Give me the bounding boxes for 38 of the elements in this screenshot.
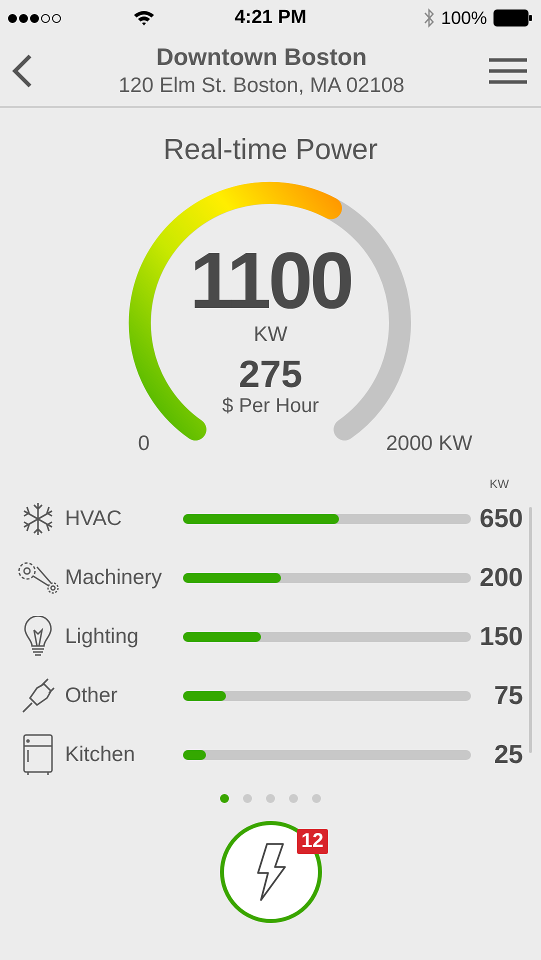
refrigerator-icon xyxy=(22,734,54,776)
usage-value: 650 xyxy=(478,503,523,534)
menu-icon[interactable] xyxy=(489,58,527,84)
page-dot[interactable] xyxy=(289,794,298,803)
category-label: Other xyxy=(65,684,119,708)
category-label: Kitchen xyxy=(65,742,136,766)
page-dot[interactable] xyxy=(312,794,321,803)
location-address: 120 Elm St. Boston, MA 02108 xyxy=(117,74,406,98)
notification-badge: 12 xyxy=(297,829,328,854)
category-label: Machinery xyxy=(65,566,163,590)
power-unit: KW xyxy=(254,323,288,347)
light-bulb-icon xyxy=(23,616,53,658)
section-title: Real-time Power xyxy=(162,134,379,167)
plug-icon xyxy=(21,678,55,714)
gauge-max-label: 2000 KW xyxy=(386,432,472,456)
page-dot[interactable] xyxy=(243,794,252,803)
signal-icon xyxy=(8,14,61,22)
unit-label: KW xyxy=(490,477,509,489)
usage-value: 150 xyxy=(478,621,523,652)
lightning-icon xyxy=(254,843,286,901)
wifi-icon xyxy=(133,10,155,26)
back-button[interactable] xyxy=(10,53,34,89)
category-label: Lighting xyxy=(65,624,140,648)
gauge-min-label: 0 xyxy=(138,432,150,456)
status-time: 4:21 PM xyxy=(234,7,308,29)
cost-label: $ Per Hour xyxy=(222,395,319,418)
location-title: Downtown Boston xyxy=(155,44,368,72)
category-label: HVAC xyxy=(65,506,123,530)
bluetooth-icon xyxy=(422,8,435,28)
battery-percent: 100% xyxy=(440,8,487,28)
usage-value: 200 xyxy=(478,562,523,593)
battery-icon xyxy=(493,9,533,27)
page-dot[interactable] xyxy=(220,794,229,803)
power-value: 1100 xyxy=(190,239,352,323)
cost-value: 275 xyxy=(238,355,302,395)
usage-value: 75 xyxy=(493,680,523,711)
usage-value: 25 xyxy=(493,739,523,770)
page-dot[interactable] xyxy=(266,794,275,803)
